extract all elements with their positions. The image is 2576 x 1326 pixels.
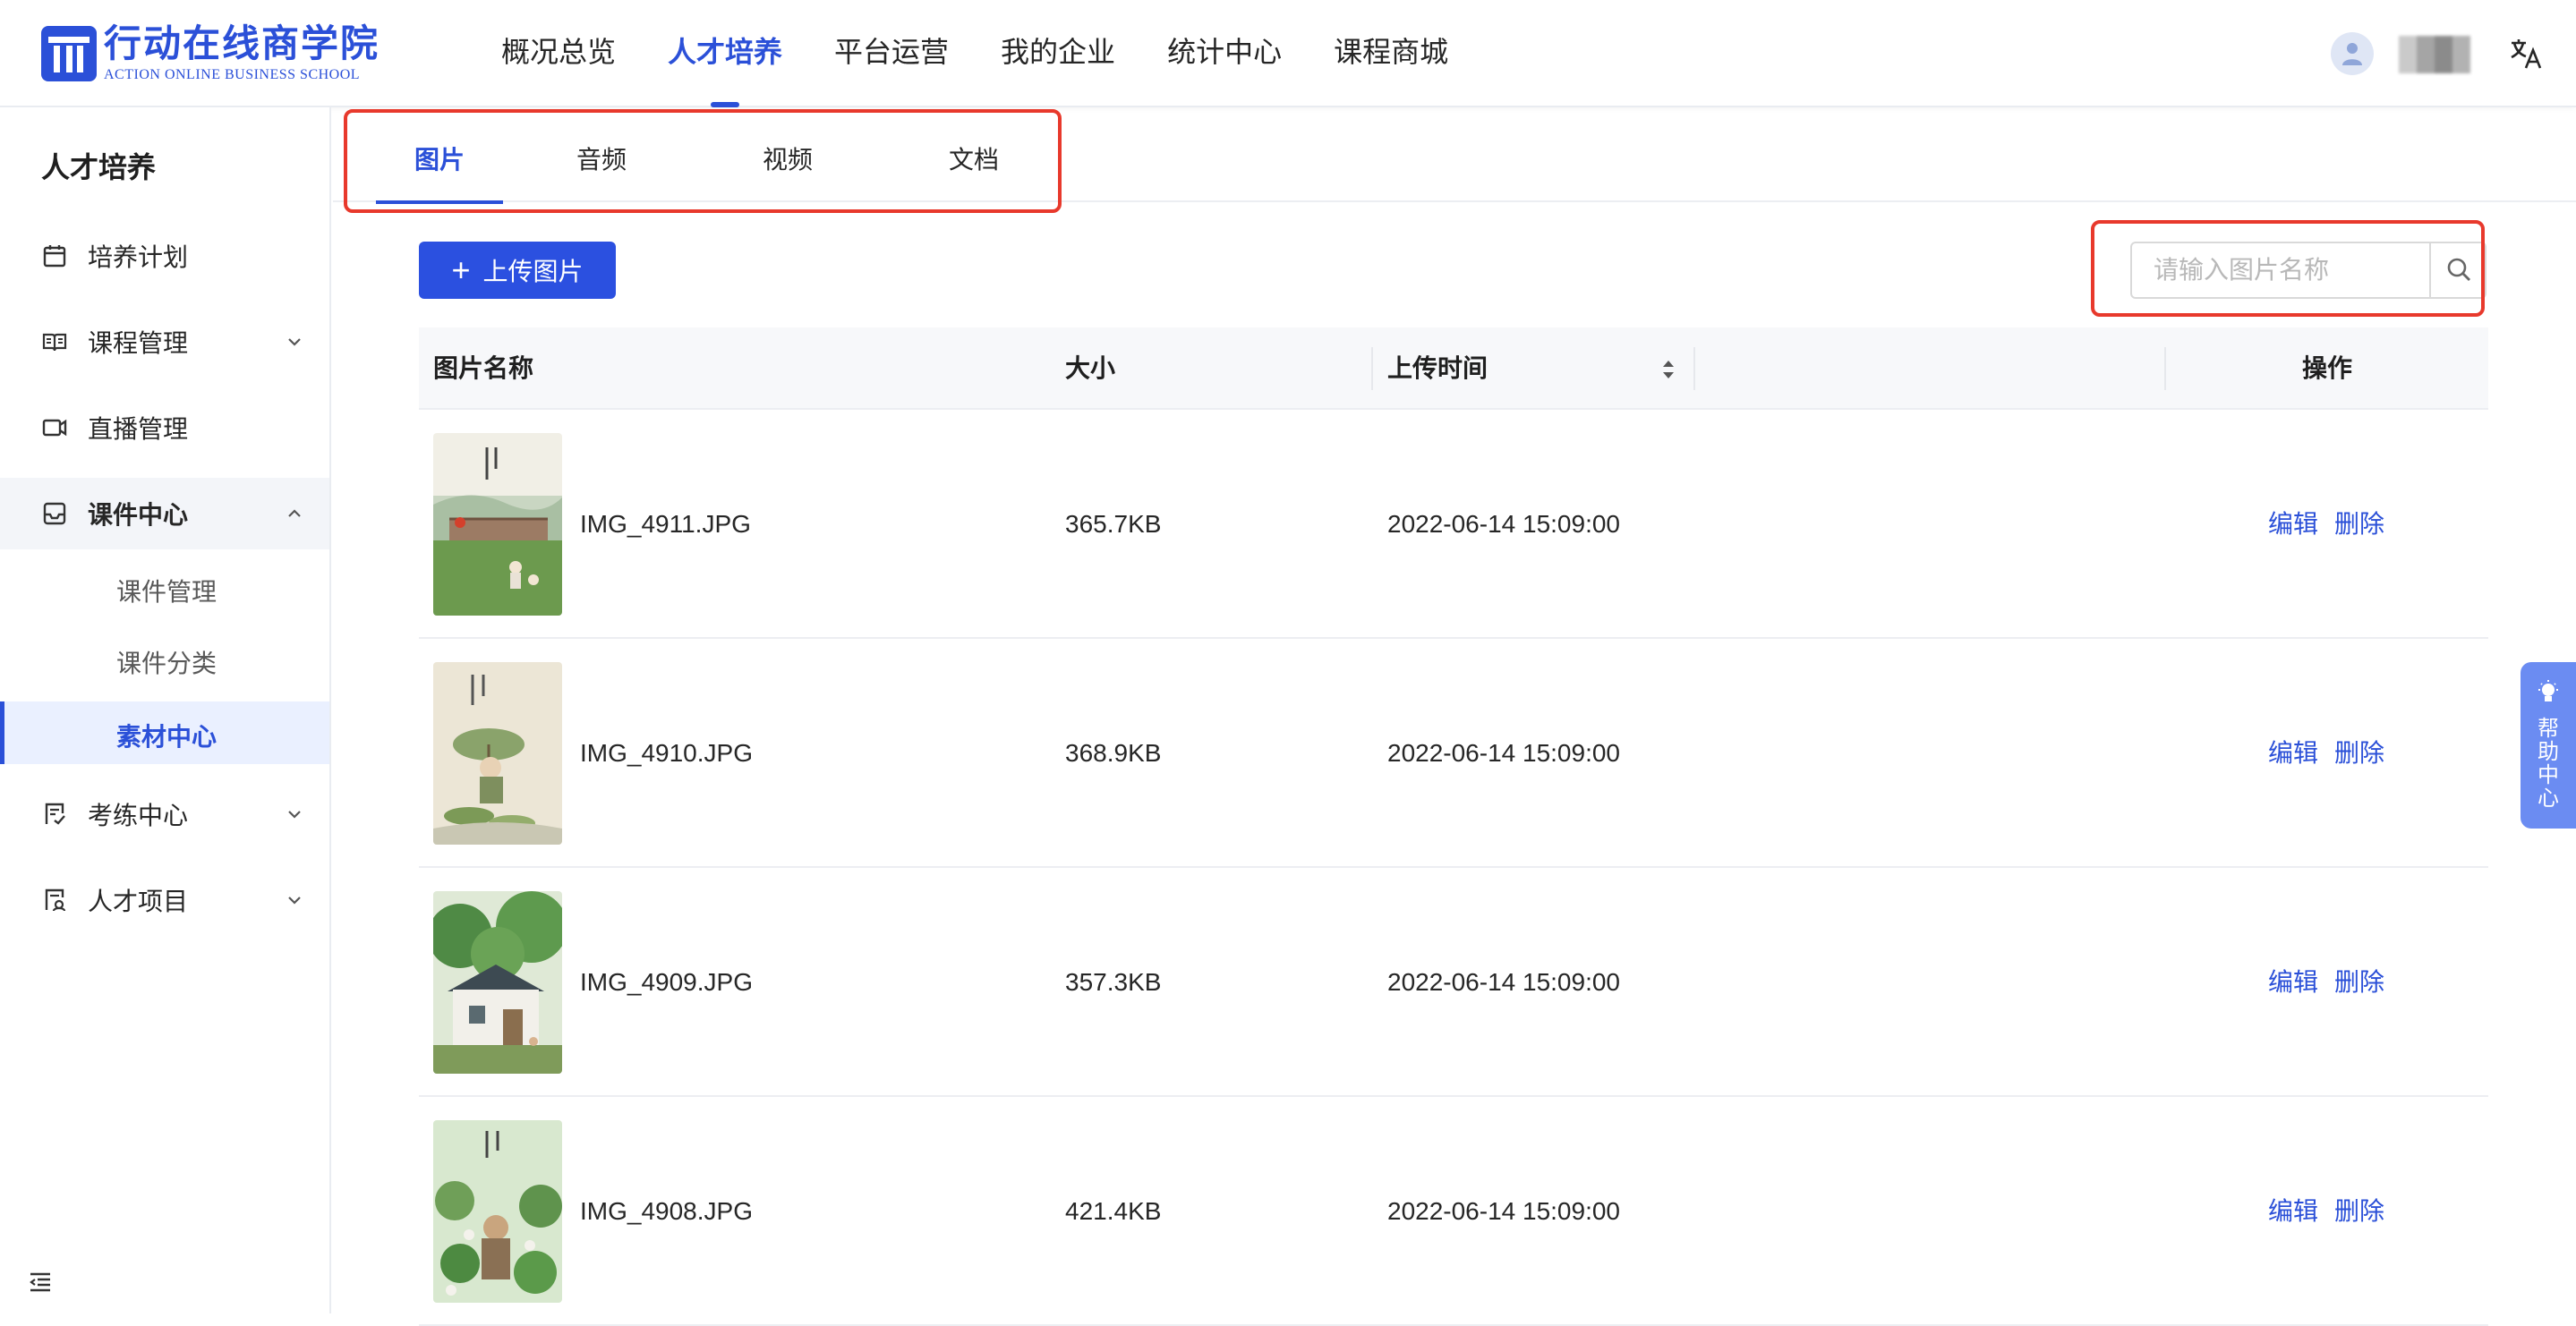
sidebar-item-label: 培养计划 [88, 243, 189, 271]
nav-course-mall[interactable]: 课程商城 [1334, 0, 1448, 107]
table-row: IMG_4911.JPG 365.7KB 2022-06-14 15:09:00… [419, 410, 2488, 639]
image-thumbnail[interactable] [433, 433, 562, 616]
column-header-upload-time[interactable]: 上传时间 [1387, 327, 1488, 410]
sidebar-item-label: 课件中心 [88, 501, 189, 529]
upload-time: 2022-06-14 15:09:00 [1387, 510, 1620, 538]
column-divider [2164, 347, 2166, 390]
image-thumbnail[interactable] [433, 662, 562, 845]
image-thumbnail[interactable] [433, 1120, 562, 1303]
upload-time: 2022-06-14 15:09:00 [1387, 968, 1620, 996]
top-header: 行动在线商学院 ACTION ONLINE BUSINESS SCHOOL 概况… [0, 0, 2576, 107]
upload-time: 2022-06-14 15:09:00 [1387, 739, 1620, 767]
video-camera-icon [41, 414, 68, 441]
sidebar-item-label: 人才项目 [88, 888, 189, 915]
column-header-actions: 操作 [2302, 354, 2353, 382]
delete-link[interactable]: 删除 [2334, 868, 2384, 1097]
user-avatar-icon[interactable] [2331, 32, 2374, 75]
search-box [2130, 242, 2486, 299]
sidebar-title: 人才培养 [41, 151, 157, 183]
inbox-icon [41, 500, 68, 527]
sort-icon[interactable] [1659, 356, 1677, 383]
sidebar-item-courseware[interactable]: 课件中心 [0, 478, 329, 549]
upload-image-label: 上传图片 [482, 258, 584, 285]
table-row: IMG_4908.JPG 421.4KB 2022-06-14 15:09:00… [419, 1097, 2488, 1326]
upload-image-button[interactable]: + 上传图片 [419, 242, 616, 299]
sidebar-subitem-label: 课件管理 [116, 578, 218, 606]
column-header-name: 图片名称 [433, 354, 534, 382]
brand-logo[interactable]: 行动在线商学院 ACTION ONLINE BUSINESS SCHOOL [41, 23, 380, 84]
nav-enterprise[interactable]: 我的企业 [1001, 0, 1115, 107]
brand-name-cn: 行动在线商学院 [104, 22, 380, 64]
sidebar-subitem-courseware-category[interactable]: 课件分类 [0, 628, 329, 691]
table-header: 图片名称 大小 上传时间 操作 [419, 327, 2488, 410]
nav-talent[interactable]: 人才培养 [668, 0, 782, 107]
tab-documents[interactable]: 文档 [934, 107, 1013, 202]
lightbulb-icon [2537, 680, 2560, 711]
column-divider [1371, 347, 1373, 390]
column-header-size: 大小 [1065, 354, 1116, 382]
translate-icon[interactable] [2508, 36, 2544, 72]
search-button[interactable] [2429, 243, 2485, 297]
table-row: IMG_4910.JPG 368.9KB 2022-06-14 15:09:00… [419, 639, 2488, 868]
chevron-down-icon [285, 804, 304, 824]
chevron-down-icon [285, 890, 304, 910]
delete-link[interactable]: 删除 [2334, 410, 2384, 639]
sidebar-item-exam[interactable]: 考练中心 [0, 778, 329, 850]
edit-link[interactable]: 编辑 [2268, 410, 2318, 639]
tab-video[interactable]: 视频 [748, 107, 827, 202]
image-name: IMG_4908.JPG [580, 1197, 753, 1225]
image-name: IMG_4911.JPG [580, 510, 751, 538]
sidebar: 人才培养 培养计划 课程管理 直播管理 课件中心 课件管理 课件分类 素材中心 … [0, 107, 331, 1313]
image-size: 365.7KB [1065, 510, 1162, 538]
table-row: IMG_4909.JPG 357.3KB 2022-06-14 15:09:00… [419, 868, 2488, 1097]
exam-icon [41, 801, 68, 828]
sidebar-subitem-label: 素材中心 [116, 723, 218, 751]
sidebar-subitem-material-center[interactable]: 素材中心 [0, 701, 329, 764]
brand-name-en: ACTION ONLINE BUSINESS SCHOOL [104, 67, 361, 82]
edit-link[interactable]: 编辑 [2268, 868, 2318, 1097]
calendar-icon [41, 242, 68, 269]
sidebar-item-course[interactable]: 课程管理 [0, 306, 329, 378]
username-redacted[interactable] [2399, 36, 2470, 73]
top-nav: 概况总览 人才培养 平台运营 我的企业 统计中心 课程商城 [501, 0, 1500, 107]
book-icon [41, 328, 68, 355]
image-size: 357.3KB [1065, 968, 1162, 996]
chevron-down-icon [285, 332, 304, 352]
image-thumbnail[interactable] [433, 891, 562, 1074]
image-size: 421.4KB [1065, 1197, 1162, 1225]
edit-link[interactable]: 编辑 [2268, 1097, 2318, 1326]
sidebar-item-talent-project[interactable]: 人才项目 [0, 864, 329, 936]
image-name: IMG_4909.JPG [580, 968, 753, 996]
tab-audio[interactable]: 音频 [562, 107, 641, 202]
collapse-sidebar-icon[interactable] [27, 1269, 54, 1296]
logo-mark-icon [41, 26, 97, 81]
sidebar-item-label: 考练中心 [88, 802, 189, 829]
image-name: IMG_4910.JPG [580, 739, 753, 767]
help-center-label: 帮助中心 [2538, 717, 2559, 811]
nav-overview[interactable]: 概况总览 [501, 0, 616, 107]
edit-link[interactable]: 编辑 [2268, 639, 2318, 868]
nav-operations[interactable]: 平台运营 [834, 0, 949, 107]
image-name-search-input[interactable] [2132, 243, 2431, 297]
material-type-tabs: 图片 音频 视频 文档 [333, 107, 2576, 204]
plus-icon: + [451, 251, 471, 288]
delete-link[interactable]: 删除 [2334, 1097, 2384, 1326]
sidebar-item-label: 直播管理 [88, 415, 189, 443]
sidebar-item-live[interactable]: 直播管理 [0, 392, 329, 463]
sidebar-subitem-label: 课件分类 [116, 650, 218, 677]
help-center-button[interactable]: 帮助中心 [2521, 662, 2576, 829]
project-icon [41, 887, 68, 914]
column-divider [1693, 347, 1695, 390]
sidebar-item-plan[interactable]: 培养计划 [0, 220, 329, 292]
upload-time: 2022-06-14 15:09:00 [1387, 1197, 1620, 1225]
sidebar-subitem-courseware-manage[interactable]: 课件管理 [0, 557, 329, 619]
chevron-up-icon [285, 504, 304, 523]
nav-statistics[interactable]: 统计中心 [1167, 0, 1282, 107]
sidebar-item-label: 课程管理 [88, 329, 189, 357]
delete-link[interactable]: 删除 [2334, 639, 2384, 868]
image-size: 368.9KB [1065, 739, 1162, 767]
tab-images[interactable]: 图片 [376, 107, 503, 204]
